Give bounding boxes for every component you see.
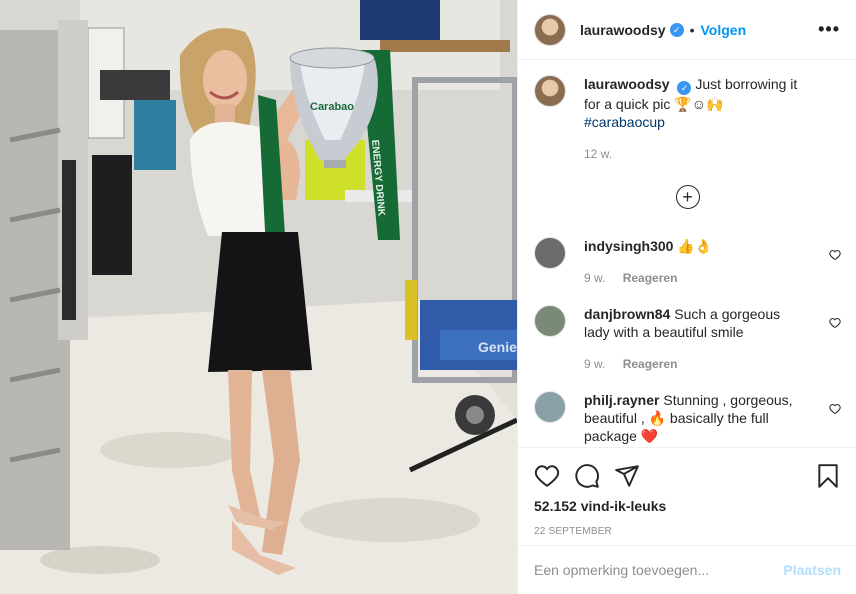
author-avatar[interactable] (534, 13, 566, 46)
comment-text: 👍👌 (677, 238, 713, 254)
like-comment-icon[interactable] (829, 403, 841, 415)
add-comment-bar: Plaatsen (518, 545, 856, 594)
comment: philj.rayner Stunning , gorgeous, beauti… (534, 391, 841, 445)
bookmark-icon[interactable] (815, 463, 841, 489)
post-date[interactable]: 22 SEPTEMBER (534, 526, 841, 537)
caption-avatar[interactable] (534, 75, 566, 107)
more-options-icon[interactable]: ••• (818, 19, 840, 40)
load-more: + (534, 185, 841, 209)
post-photo[interactable]: Genie ENERGY DRINK Carabao (0, 0, 517, 594)
action-icons (534, 456, 841, 496)
reply-button[interactable]: Reageren (623, 271, 678, 285)
separator-dot: • (689, 21, 695, 38)
like-heart-icon[interactable] (534, 463, 560, 489)
reply-button[interactable]: Reageren (623, 357, 678, 371)
follow-button[interactable]: Volgen (701, 22, 747, 38)
comment-time: 9 w. (584, 271, 606, 285)
hashtag-link[interactable]: #carabaocup (584, 114, 665, 130)
caption-meta: 12 w. (584, 145, 804, 163)
photo-illustration: Genie ENERGY DRINK Carabao (0, 0, 517, 594)
commenter-avatar[interactable] (534, 305, 566, 337)
comment: danjbrown84 Such a gorgeous lady with a … (534, 305, 841, 373)
comment-username[interactable]: danjbrown84 (584, 306, 670, 322)
post-comment-button[interactable]: Plaatsen (783, 562, 841, 578)
commenter-avatar[interactable] (534, 391, 566, 423)
comment-username[interactable]: indysingh300 (584, 238, 673, 254)
commenter-avatar[interactable] (534, 237, 566, 269)
lift-label: Genie (478, 339, 517, 355)
like-comment-icon[interactable] (829, 249, 841, 261)
comment-bubble-icon[interactable] (574, 463, 600, 489)
comment-username[interactable]: philj.rayner (584, 392, 659, 408)
verified-icon: ✓ (677, 81, 692, 95)
likes-count[interactable]: 52.152 vind-ik-leuks (534, 498, 841, 514)
trophy-label: Carabao (310, 101, 354, 113)
post-panel: laurawoodsy ✓ • Volgen ••• laurawoodsy ✓… (517, 0, 856, 594)
like-comment-icon[interactable] (829, 317, 841, 329)
comment-time: 9 w. (584, 357, 606, 371)
load-more-comments-button[interactable]: + (675, 185, 700, 209)
post-actions: 52.152 vind-ik-leuks 22 SEPTEMBER (518, 447, 856, 537)
caption-time: 12 w. (584, 147, 613, 161)
caption-username[interactable]: laurawoodsy (584, 76, 670, 92)
comment: indysingh300 👍👌 9 w. Reageren (534, 237, 841, 287)
comment-input[interactable] (534, 562, 784, 578)
author-username[interactable]: laurawoodsy (580, 22, 666, 38)
share-paper-plane-icon[interactable] (614, 463, 640, 489)
comments-list[interactable]: laurawoodsy ✓ Just borrowing it for a qu… (518, 75, 856, 447)
post-header: laurawoodsy ✓ • Volgen ••• (518, 0, 856, 60)
caption: laurawoodsy ✓ Just borrowing it for a qu… (534, 75, 841, 163)
verified-icon: ✓ (669, 22, 684, 37)
